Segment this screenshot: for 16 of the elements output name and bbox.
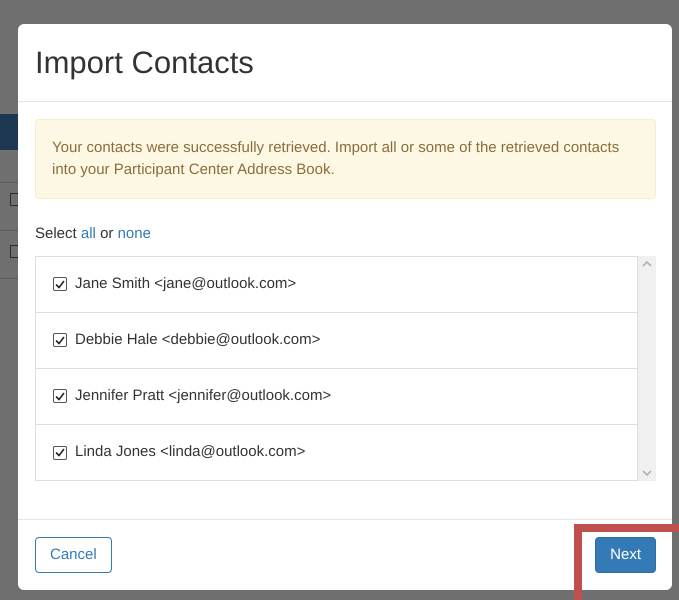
select-none-link[interactable]: none xyxy=(118,225,151,242)
dialog-title: Import Contacts xyxy=(35,44,255,82)
cancel-button[interactable]: Cancel xyxy=(35,537,112,573)
select-label: Select xyxy=(35,225,77,242)
contact-label: Linda Jones <linda@outlook.com> xyxy=(75,442,306,462)
checkbox[interactable] xyxy=(53,389,67,404)
contact-label: Jane Smith <jane@outlook.com> xyxy=(75,274,296,294)
contact-label: Jennifer Pratt <jennifer@outlook.com> xyxy=(75,386,332,406)
select-label: or xyxy=(100,225,114,242)
checkbox[interactable] xyxy=(53,277,67,292)
next-button[interactable]: Next xyxy=(595,537,656,573)
success-alert: Your contacts were successfully retrieved. Import all or some of the retrieved contacts into your Participant Center Address Book. xyxy=(35,119,656,200)
checkbox[interactable] xyxy=(53,333,67,348)
select-all-link[interactable]: all xyxy=(80,225,96,242)
checkbox[interactable] xyxy=(53,446,67,460)
contact-label: Debbie Hale <debbie@outlook.com> xyxy=(75,330,320,350)
